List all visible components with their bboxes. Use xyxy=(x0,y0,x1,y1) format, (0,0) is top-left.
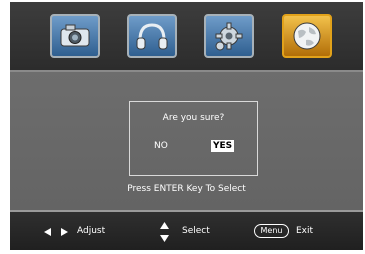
confirm-dialog: Are you sure? NO YES xyxy=(129,101,258,176)
tab-picture[interactable] xyxy=(50,14,100,58)
headphones-icon xyxy=(136,23,168,50)
adjust-label: Adjust xyxy=(77,226,106,236)
exit-label: Exit xyxy=(296,226,314,236)
yes-button[interactable]: YES xyxy=(211,140,235,152)
tab-network[interactable] xyxy=(282,14,332,58)
hint-text: Press ENTER Key To Select xyxy=(127,184,246,194)
camera-icon xyxy=(60,24,90,47)
dialog-title: Are you sure? xyxy=(162,113,225,123)
tab-setup[interactable] xyxy=(204,14,254,58)
arrow-left-icon xyxy=(44,228,51,236)
arrow-up-down-icon xyxy=(160,222,169,242)
tab-sound[interactable] xyxy=(127,14,177,58)
select-label: Select xyxy=(182,226,210,236)
dialog-area: Are you sure? NO YES Press ENTER Key To … xyxy=(10,72,363,210)
screen-frame: Are you sure? NO YES Press ENTER Key To … xyxy=(0,0,365,254)
arrow-right-icon xyxy=(61,228,68,236)
menu-key-icon: Menu xyxy=(254,224,289,238)
globe-icon xyxy=(293,22,321,50)
no-button[interactable]: NO xyxy=(152,140,170,152)
category-tab-bar xyxy=(10,2,363,72)
gear-icon xyxy=(215,22,243,51)
osd-panel: Are you sure? NO YES Press ENTER Key To … xyxy=(10,2,363,250)
key-legend-bar: Adjust Select Menu Exit xyxy=(10,210,363,250)
